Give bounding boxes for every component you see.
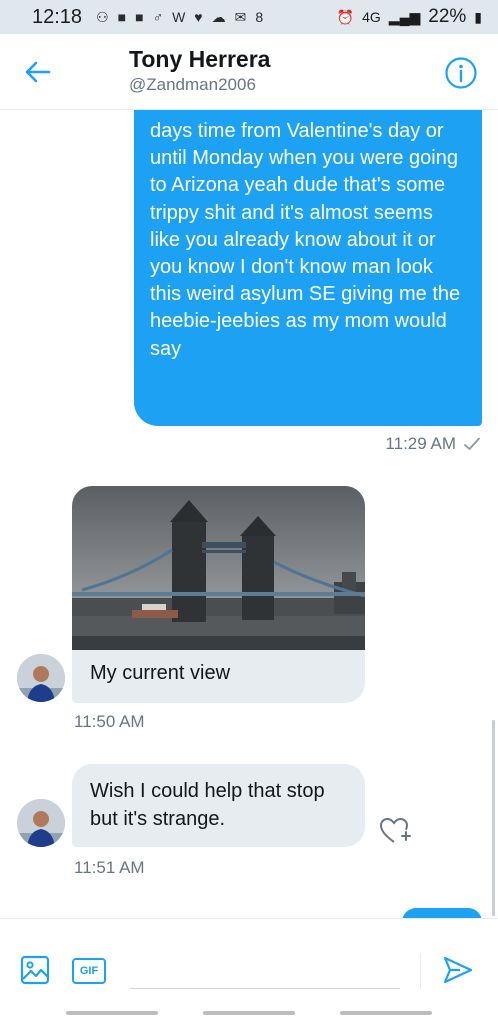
status-bar: 12:18 ⚇ ■ ■ ♂ W ♥ ☁ ✉ 8 ⏰ 4G ▂▄▆ 22% ▮ (0, 0, 498, 34)
photo-caption: My current view (90, 662, 231, 684)
avatar[interactable] (17, 799, 65, 847)
gif-button[interactable]: GIF (72, 958, 106, 984)
video-icon: ■ (117, 9, 127, 25)
video-icon: ■ (135, 9, 144, 25)
notification-icons: ⚇ ■ ■ ♂ W ♥ ☁ ✉ 8 (96, 9, 263, 26)
conversation-title-block[interactable]: Tony Herrera @Zandman2006 (129, 46, 270, 95)
received-photo-message[interactable]: My current view (72, 486, 365, 703)
nav-home-handle[interactable] (203, 1011, 295, 1015)
composer-divider (420, 953, 421, 989)
info-icon[interactable] (444, 56, 478, 90)
checkmark-icon (464, 437, 480, 450)
scrollbar[interactable] (492, 720, 495, 916)
conversation-title: Tony Herrera (129, 46, 271, 72)
bridge-photo[interactable] (72, 486, 365, 650)
app-icon: W (172, 9, 186, 25)
sent-message-meta: 11:29 AM (385, 434, 480, 454)
conversation-handle: @Zandman2006 (129, 75, 256, 94)
nav-back-handle[interactable] (340, 1011, 432, 1015)
battery-percent: 22% (428, 6, 467, 27)
message-composer: GIF (0, 918, 498, 1023)
network-label: 4G (362, 9, 381, 25)
received-message-time: 11:51 AM (74, 858, 145, 877)
received-message-bubble[interactable]: Wish I could help that stop but it's str… (72, 764, 365, 847)
image-icon[interactable] (20, 955, 50, 985)
back-arrow-icon (25, 61, 51, 83)
notification-icon: ⚇ (96, 8, 109, 25)
battery-icon: ▮ (474, 8, 482, 25)
sent-message-time: 11:29 AM (385, 434, 456, 453)
send-icon[interactable] (442, 955, 474, 985)
nav-recents-handle[interactable] (66, 1011, 158, 1015)
cloud-icon: ☁ (211, 8, 226, 25)
back-button[interactable] (20, 54, 56, 90)
message-input[interactable] (130, 949, 400, 989)
signal-icon: ▂▄▆ (388, 8, 421, 25)
avatar-image (17, 799, 65, 847)
male-icon: ♂ (152, 9, 164, 25)
conversation-header: Tony Herrera @Zandman2006 (0, 34, 498, 110)
status-time: 12:18 (32, 5, 83, 28)
heart-icon: ♥ (194, 9, 203, 25)
alarm-icon: ⏰ (336, 8, 355, 25)
system-icons: ⏰ 4G ▂▄▆ 22% ▮ (337, 6, 482, 28)
heart-plus-icon[interactable] (378, 814, 412, 848)
system-nav-bar (0, 1011, 498, 1015)
avatar[interactable] (17, 654, 65, 702)
photo-message-time: 11:50 AM (74, 712, 145, 731)
mail-icon: ✉ (234, 8, 247, 25)
avatar-image (17, 654, 65, 702)
lock-icon: 8 (255, 9, 264, 25)
sent-message-bubble[interactable]: days time from Valentine's day or until … (134, 110, 482, 426)
